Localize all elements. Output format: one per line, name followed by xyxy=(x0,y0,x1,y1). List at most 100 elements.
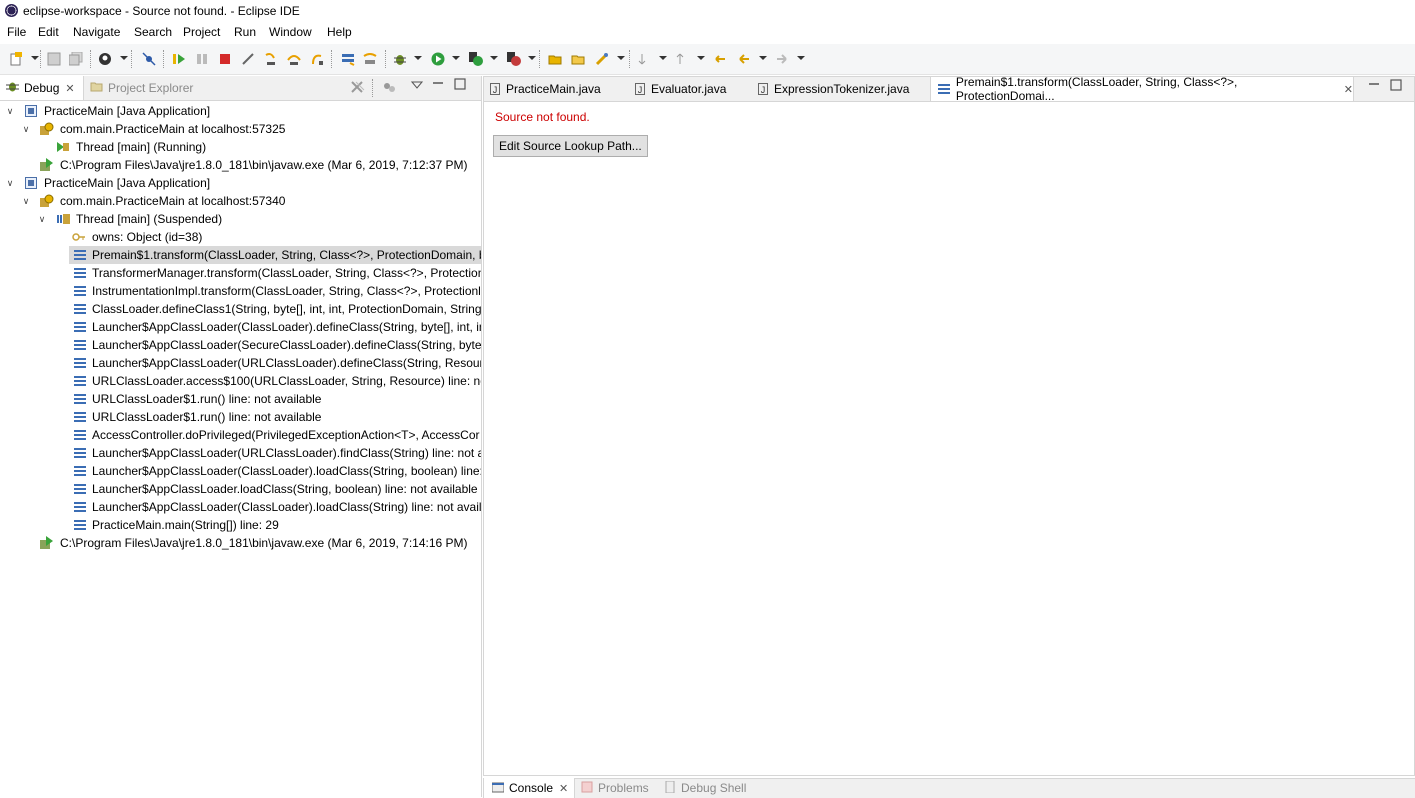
tree-item[interactable]: AccessController.doPrivileged(Privileged… xyxy=(0,426,481,444)
next-annotation-icon[interactable] xyxy=(637,51,653,67)
search-dropdown-icon[interactable] xyxy=(617,56,625,60)
previous-annotation-icon[interactable] xyxy=(675,51,691,67)
menu-run[interactable]: Run xyxy=(234,25,256,39)
tab-debug[interactable]: Debug ✕ xyxy=(0,76,84,100)
chevron-down-icon[interactable]: ∨ xyxy=(21,196,31,207)
menu-navigate[interactable]: Navigate xyxy=(73,25,120,39)
tree-item[interactable]: Launcher$AppClassLoader(ClassLoader).loa… xyxy=(0,498,481,516)
tree-item[interactable]: C:\Program Files\Java\jre1.8.0_181\bin\j… xyxy=(0,156,481,174)
chevron-down-icon[interactable]: ∨ xyxy=(37,214,47,225)
minimize-icon[interactable] xyxy=(1368,78,1380,93)
menu-edit[interactable]: Edit xyxy=(38,25,59,39)
perspective-icon[interactable] xyxy=(97,51,113,67)
stack-frame-icon xyxy=(74,394,86,404)
open-task-icon[interactable] xyxy=(570,51,586,67)
edit-source-lookup-path-button[interactable]: Edit Source Lookup Path... xyxy=(493,135,648,157)
maximize-icon[interactable] xyxy=(454,78,466,93)
tree-item[interactable]: URLClassLoader.access$100(URLClassLoader… xyxy=(0,372,481,390)
tree-item-label: PracticeMain [Java Application] xyxy=(44,104,211,118)
tree-item[interactable]: owns: Object (id=38) xyxy=(0,228,481,246)
terminate-icon[interactable] xyxy=(217,51,233,67)
tab-practicemain-java[interactable]: J PracticeMain.java xyxy=(490,77,618,101)
previous-annotation-dropdown-icon[interactable] xyxy=(697,56,705,60)
tab-debug-shell[interactable]: Debug Shell xyxy=(664,778,764,798)
close-icon[interactable]: ✕ xyxy=(1344,83,1353,96)
remove-all-terminated-icon[interactable] xyxy=(350,80,365,97)
tree-item[interactable]: ClassLoader.defineClass1(String, byte[],… xyxy=(0,300,481,318)
tab-project-explorer[interactable]: Project Explorer xyxy=(90,76,210,100)
menu-help[interactable]: Help xyxy=(327,25,352,39)
tree-item[interactable]: PracticeMain.main(String[]) line: 29 xyxy=(0,516,481,534)
step-into-icon[interactable] xyxy=(263,51,279,67)
search-tool-icon[interactable] xyxy=(594,51,610,67)
run-dropdown-icon[interactable] xyxy=(452,56,460,60)
run-icon[interactable] xyxy=(430,51,446,67)
stack-frame-icon xyxy=(74,268,86,278)
minimize-icon[interactable] xyxy=(432,77,444,92)
debug-dropdown-icon[interactable] xyxy=(414,56,422,60)
tab-problems[interactable]: Problems xyxy=(581,778,661,798)
tab-debug-label: Debug xyxy=(24,81,60,95)
tree-item[interactable]: URLClassLoader$1.run() line: not availab… xyxy=(0,408,481,426)
tree-item[interactable]: Launcher$AppClassLoader(URLClassLoader).… xyxy=(0,354,481,372)
forward-dropdown-icon[interactable] xyxy=(797,56,805,60)
tab-premain-transform[interactable]: Premain$1.transform(ClassLoader, String,… xyxy=(930,75,1354,103)
back-dropdown-icon[interactable] xyxy=(759,56,767,60)
resume-icon[interactable] xyxy=(171,51,187,67)
maximize-icon[interactable] xyxy=(1390,79,1402,94)
view-menu-icon[interactable] xyxy=(410,79,424,94)
debug-view-settings-icon[interactable] xyxy=(382,80,396,97)
tree-item[interactable]: C:\Program Files\Java\jre1.8.0_181\bin\j… xyxy=(0,534,481,552)
skip-breakpoints-icon[interactable] xyxy=(141,51,157,67)
back-icon[interactable] xyxy=(736,51,752,67)
menu-window[interactable]: Window xyxy=(269,25,312,39)
tree-item[interactable]: Premain$1.transform(ClassLoader, String,… xyxy=(69,246,481,264)
forward-icon[interactable] xyxy=(774,51,790,67)
tree-item[interactable]: InstrumentationImpl.transform(ClassLoade… xyxy=(0,282,481,300)
menu-file[interactable]: File xyxy=(7,25,26,39)
save-icon[interactable] xyxy=(46,51,62,67)
tree-item[interactable]: ∨ PracticeMain [Java Application] xyxy=(0,102,481,120)
tree-item[interactable]: Launcher$AppClassLoader.loadClass(String… xyxy=(0,480,481,498)
tree-item[interactable]: Launcher$AppClassLoader(URLClassLoader).… xyxy=(0,444,481,462)
close-icon[interactable]: ✕ xyxy=(65,82,74,95)
tree-item[interactable]: Launcher$AppClassLoader(ClassLoader).def… xyxy=(0,318,481,336)
next-annotation-dropdown-icon[interactable] xyxy=(659,56,667,60)
step-over-icon[interactable] xyxy=(286,51,302,67)
last-edit-icon[interactable] xyxy=(712,51,728,67)
menu-project[interactable]: Project xyxy=(183,25,220,39)
save-all-icon[interactable] xyxy=(68,51,84,67)
external-tools-icon[interactable] xyxy=(506,51,522,67)
coverage-icon[interactable] xyxy=(468,51,484,67)
tree-item[interactable]: ∨ com.main.PracticeMain at localhost:5732… xyxy=(0,120,481,138)
step-return-icon[interactable] xyxy=(309,51,325,67)
tree-item[interactable]: URLClassLoader$1.run() line: not availab… xyxy=(0,390,481,408)
disconnect-icon[interactable] xyxy=(240,51,256,67)
menu-search[interactable]: Search xyxy=(134,25,172,39)
tab-expressiontokenizer-java[interactable]: J ExpressionTokenizer.java xyxy=(758,77,918,101)
tree-item[interactable]: Launcher$AppClassLoader(ClassLoader).loa… xyxy=(0,462,481,480)
new-dropdown-icon[interactable] xyxy=(31,56,39,60)
tree-item[interactable]: ∨ PracticeMain [Java Application] xyxy=(0,174,481,192)
external-tools-dropdown-icon[interactable] xyxy=(528,56,536,60)
use-step-filters-icon[interactable] xyxy=(362,51,378,67)
tree-item[interactable]: Launcher$AppClassLoader(SecureClassLoade… xyxy=(0,336,481,354)
tree-item[interactable]: TransformerManager.transform(ClassLoader… xyxy=(0,264,481,282)
debug-icon[interactable] xyxy=(392,51,408,67)
suspend-icon[interactable] xyxy=(194,51,210,67)
tree-item[interactable]: ∨ com.main.PracticeMain at localhost:5734… xyxy=(0,192,481,210)
chevron-down-icon[interactable]: ∨ xyxy=(21,124,31,135)
toolbar-separator xyxy=(539,50,541,68)
coverage-dropdown-icon[interactable] xyxy=(490,56,498,60)
tree-item[interactable]: Thread [main] (Running) xyxy=(0,138,481,156)
open-type-icon[interactable] xyxy=(547,51,563,67)
perspective-dropdown-icon[interactable] xyxy=(120,56,128,60)
tab-evaluator-java[interactable]: J Evaluator.java xyxy=(635,77,745,101)
chevron-down-icon[interactable]: ∨ xyxy=(5,178,15,189)
close-icon[interactable]: ✕ xyxy=(559,782,568,795)
drop-to-frame-icon[interactable] xyxy=(340,51,356,67)
new-icon[interactable] xyxy=(8,51,24,67)
chevron-down-icon[interactable]: ∨ xyxy=(5,106,15,117)
tree-item[interactable]: ∨ Thread [main] (Suspended) xyxy=(0,210,481,228)
tab-console[interactable]: Console ✕ xyxy=(483,778,575,798)
